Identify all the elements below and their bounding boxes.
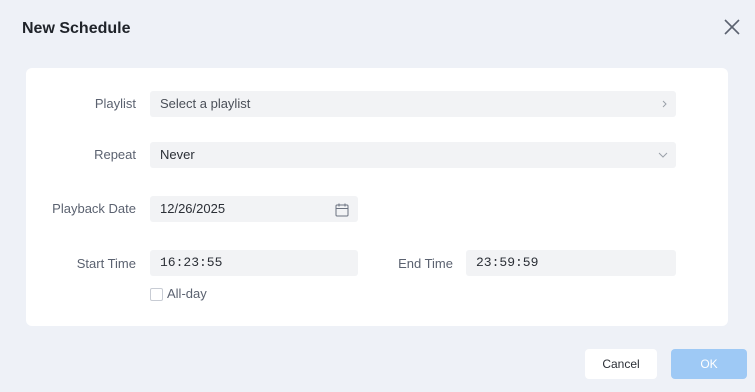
chevron-right-icon (662, 91, 668, 117)
end-time-value: 23:59:59 (476, 255, 539, 270)
playback-date-value: 12/26/2025 (160, 201, 226, 216)
playback-date-input[interactable]: 12/26/2025 (150, 196, 358, 222)
calendar-icon[interactable] (334, 201, 350, 217)
end-time-input[interactable]: 23:59:59 (466, 250, 676, 276)
end-time-label: End Time (398, 256, 453, 271)
repeat-value: Never (160, 147, 195, 162)
chevron-down-icon (658, 142, 668, 168)
playlist-label: Playlist (94, 96, 136, 111)
close-icon[interactable] (721, 16, 743, 38)
cancel-button[interactable]: Cancel (585, 349, 657, 379)
repeat-select[interactable]: Never (150, 142, 676, 168)
playlist-select[interactable]: Select a playlist (150, 91, 676, 117)
repeat-label: Repeat (94, 147, 136, 162)
start-time-value: 16:23:55 (160, 255, 223, 270)
ok-button[interactable]: OK (671, 349, 747, 379)
playlist-placeholder: Select a playlist (160, 96, 251, 111)
all-day-checkbox[interactable] (150, 288, 163, 301)
dialog-title: New Schedule (22, 20, 131, 37)
playback-date-label: Playback Date (52, 201, 136, 216)
all-day-label: All-day (167, 286, 207, 301)
start-time-input[interactable]: 16:23:55 (150, 250, 358, 276)
start-time-label: Start Time (76, 256, 136, 271)
form-panel: Playlist Select a playlist Repeat Never … (26, 68, 728, 326)
